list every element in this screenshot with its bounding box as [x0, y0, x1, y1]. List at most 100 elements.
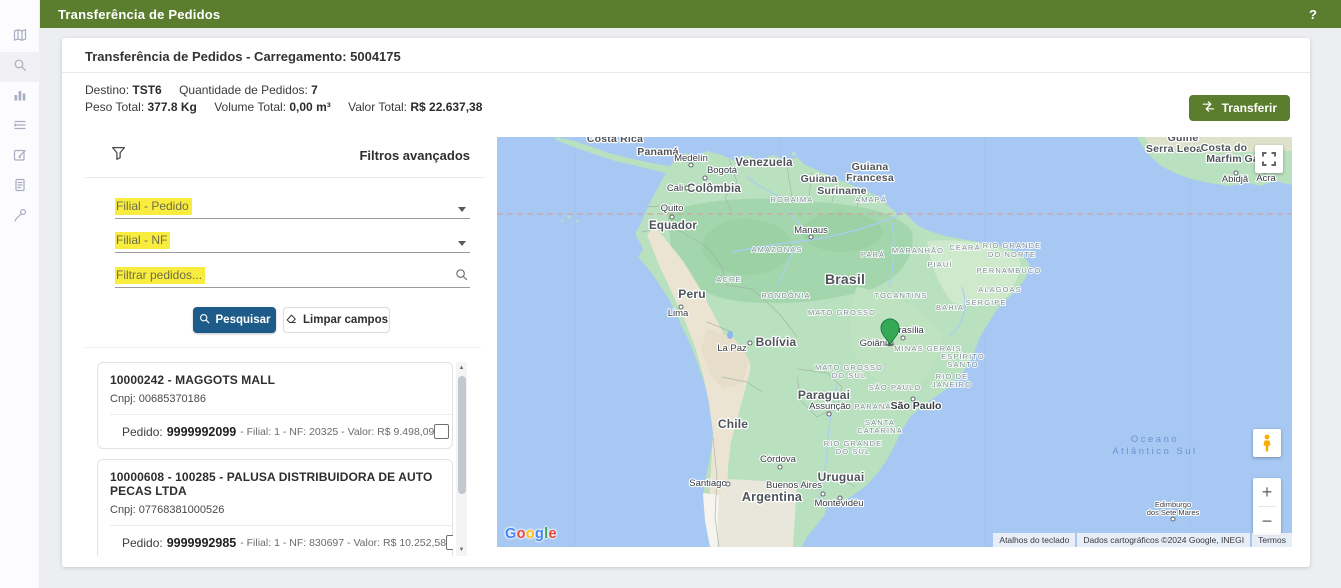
- scroll-up-arrow[interactable]: ▲: [456, 362, 467, 374]
- terms-link[interactable]: Termos: [1252, 533, 1292, 547]
- flow-list-icon: [13, 118, 27, 137]
- map-attribution: Atalhos do teclado Dados cartográficos ©…: [993, 533, 1292, 547]
- order-checkbox[interactable]: [434, 424, 449, 439]
- map-label: Paraguai: [798, 388, 850, 402]
- scrollbar-thumb[interactable]: [458, 376, 466, 494]
- map-icon: [13, 28, 27, 47]
- order-card: 10000608 - 100285 - PALUSA DISTRIBUIDORA…: [97, 459, 453, 556]
- customer-title: 10000608 - 100285 - PALUSA DISTRIBUIDORA…: [110, 470, 440, 498]
- map-label: Costa Rica: [587, 137, 643, 145]
- header-title: Transferência de Pedidos: [40, 7, 220, 22]
- map-label: Equador: [649, 220, 697, 232]
- map-label: MATO GROSSO: [808, 308, 876, 317]
- keyboard-shortcuts-link[interactable]: Atalhos do teclado: [993, 533, 1075, 547]
- destino-label: Destino:: [85, 83, 129, 97]
- help-button[interactable]: ?: [1309, 7, 1317, 22]
- map-label: Brasil: [825, 271, 865, 287]
- map-label: Abidjã: [1222, 174, 1249, 185]
- city-dot: [726, 482, 730, 486]
- sidebar-item-charts[interactable]: [0, 82, 40, 112]
- map-label: PARÁ: [861, 250, 885, 259]
- city-dot: [901, 336, 905, 340]
- map-label: CATARINA: [857, 426, 903, 435]
- orders-scrollbar: ▲ ▼: [456, 362, 467, 556]
- filial-pedido-placeholder: Filial - Pedido: [115, 198, 192, 215]
- sidebar-item-search[interactable]: [0, 52, 40, 82]
- sidebar-item-edit[interactable]: [0, 142, 40, 172]
- map-canvas[interactable]: Costa RicaPanamáVenezuelaMedelínBogotáCa…: [497, 137, 1292, 547]
- sidebar-item-document[interactable]: [0, 172, 40, 202]
- transfer-button[interactable]: Transferir: [1189, 95, 1290, 121]
- map-label: Quito: [661, 203, 684, 214]
- map-label: Oceano: [1131, 434, 1179, 445]
- sidebar-item-tools[interactable]: [0, 202, 40, 232]
- map-label: dos Sete Mares: [1147, 508, 1200, 517]
- city-dot: [827, 412, 831, 416]
- pegman-icon: [1261, 434, 1273, 452]
- map-label: Acra: [1256, 173, 1276, 184]
- sidebar: [0, 0, 40, 588]
- map-label: Colômbia: [687, 183, 741, 195]
- advanced-filters-title[interactable]: Filtros avançados: [85, 148, 470, 163]
- order-row: Pedido: 9999992985 - Filial: 1 - NF: 830…: [110, 526, 440, 556]
- pesquisar-button[interactable]: Pesquisar: [193, 307, 276, 333]
- map-label: RONDÔNIA: [761, 291, 810, 300]
- customer-cnpj: Cnpj: 07768381000526: [110, 504, 440, 516]
- map-label: Chile: [718, 417, 748, 431]
- map-label: Uruguai: [818, 470, 865, 484]
- filtrar-pedidos-input[interactable]: Filtrar pedidos...: [115, 267, 470, 288]
- zoom-out-button[interactable]: −: [1253, 507, 1281, 535]
- map-label: DO SUL: [836, 447, 871, 456]
- city-dot: [685, 186, 689, 190]
- map-label: SERGIPE: [965, 298, 1006, 307]
- map-label: Serra Leoa: [1146, 143, 1202, 155]
- fullscreen-icon: [1262, 152, 1276, 166]
- map-label: CEARÁ: [949, 243, 980, 252]
- map-label: Córdova: [760, 454, 797, 465]
- volume-label: Volume Total:: [214, 100, 286, 114]
- map-label: AMAPÁ: [855, 195, 887, 204]
- volume-value: 0,00 m³: [289, 100, 330, 114]
- valor-label: Valor Total:: [348, 100, 407, 114]
- map-label: DO NORTE: [988, 250, 1036, 259]
- summary-row-2: Peso Total: 377.8 Kg Volume Total: 0,00 …: [85, 99, 482, 116]
- map-label: PARANÁ: [855, 402, 892, 411]
- zoom-control: + −: [1253, 478, 1281, 535]
- map-data-credit: Dados cartográficos ©2024 Google, INEGI: [1077, 533, 1250, 547]
- valor-value: R$ 22.637,38: [410, 100, 482, 114]
- city-dot: [670, 215, 674, 219]
- filial-nf-select[interactable]: Filial - NF: [115, 232, 470, 253]
- city-dot: [679, 305, 683, 309]
- peso-label: Peso Total:: [85, 100, 144, 114]
- map-label: Panamá: [637, 146, 678, 158]
- zoom-in-button[interactable]: +: [1253, 478, 1281, 506]
- pegman-button[interactable]: [1253, 429, 1281, 457]
- city-dot: [821, 492, 825, 496]
- fullscreen-button[interactable]: [1255, 145, 1283, 173]
- scroll-down-arrow[interactable]: ▼: [456, 544, 467, 556]
- map-label: RIO GRANDE: [983, 241, 1042, 250]
- chevron-down-icon: [458, 241, 466, 246]
- google-logo[interactable]: Google: [505, 526, 557, 542]
- filial-pedido-select[interactable]: Filial - Pedido: [115, 198, 470, 219]
- limpar-campos-button[interactable]: Limpar campos: [283, 307, 390, 333]
- city-dot: [778, 465, 782, 469]
- main-card: Transferência de Pedidos - Carregamento:…: [62, 38, 1310, 567]
- map-label: ACRE: [716, 275, 741, 284]
- quantidade-label: Quantidade de Pedidos:: [179, 83, 308, 97]
- map-label: SANTO: [947, 360, 978, 369]
- wrench-icon: [13, 208, 27, 227]
- order-checkbox[interactable]: [446, 535, 453, 550]
- divider: [85, 177, 485, 178]
- search-icon: [13, 58, 27, 77]
- sidebar-item-flow[interactable]: [0, 112, 40, 142]
- peso-value: 377.8 Kg: [148, 100, 197, 114]
- summary-row-1: Destino: TST6 Quantidade de Pedidos: 7: [85, 82, 482, 99]
- map-label: Lima: [668, 308, 689, 319]
- map-label: Venezuela: [735, 157, 793, 169]
- map-label: DO SUL: [832, 371, 867, 380]
- city-dot: [1171, 517, 1175, 521]
- order-row: Pedido: 9999992099 - Filial: 1 - NF: 203…: [110, 415, 440, 448]
- filial-nf-placeholder: Filial - NF: [115, 232, 170, 249]
- sidebar-item-map[interactable]: [0, 22, 40, 52]
